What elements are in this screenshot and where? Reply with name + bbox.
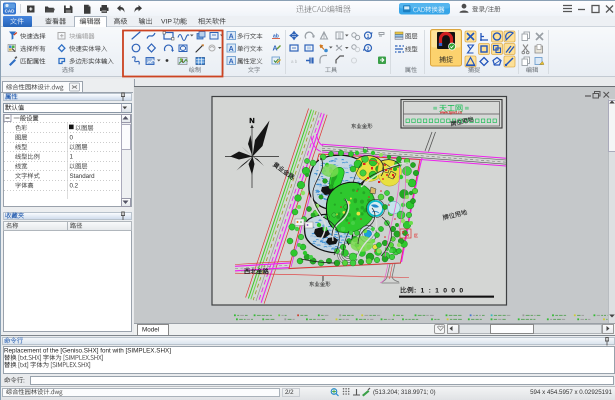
svg-text:A: A <box>273 46 278 53</box>
svg-text:a b: a b <box>291 59 298 64</box>
svg-text:Replacement of the [Geniso.SHX: Replacement of the [Geniso.SHX] font wit… <box>4 348 171 355</box>
svg-text:0.2: 0.2 <box>70 182 79 189</box>
svg-text:A: A <box>229 46 234 53</box>
svg-text:2: 2 <box>367 46 370 52</box>
svg-text:www.tgnet.cn: www.tgnet.cn <box>439 110 462 114</box>
svg-text:1: 1 <box>367 34 370 40</box>
svg-text:A: A <box>229 58 234 65</box>
svg-text:VIP: VIP <box>161 19 172 26</box>
svg-text:0: 0 <box>70 134 74 141</box>
svg-text:Model: Model <box>142 326 159 333</box>
svg-text:CAD: CAD <box>5 9 15 14</box>
svg-text:: 1 : 1 0 0 0: : 1 : 1 0 0 0 <box>414 288 464 295</box>
svg-text:A: A <box>229 33 234 40</box>
svg-text:594 x 454.5957 x 0.02925191: 594 x 454.5957 x 0.02925191 <box>530 389 612 396</box>
svg-text:Standard: Standard <box>70 173 96 180</box>
svg-text:1: 1 <box>70 154 74 161</box>
svg-text:2/2: 2/2 <box>285 389 294 396</box>
svg-text:(513.204; 318.9971; 0): (513.204; 318.9971; 0) <box>373 389 436 396</box>
svg-text:N: N <box>249 116 254 125</box>
